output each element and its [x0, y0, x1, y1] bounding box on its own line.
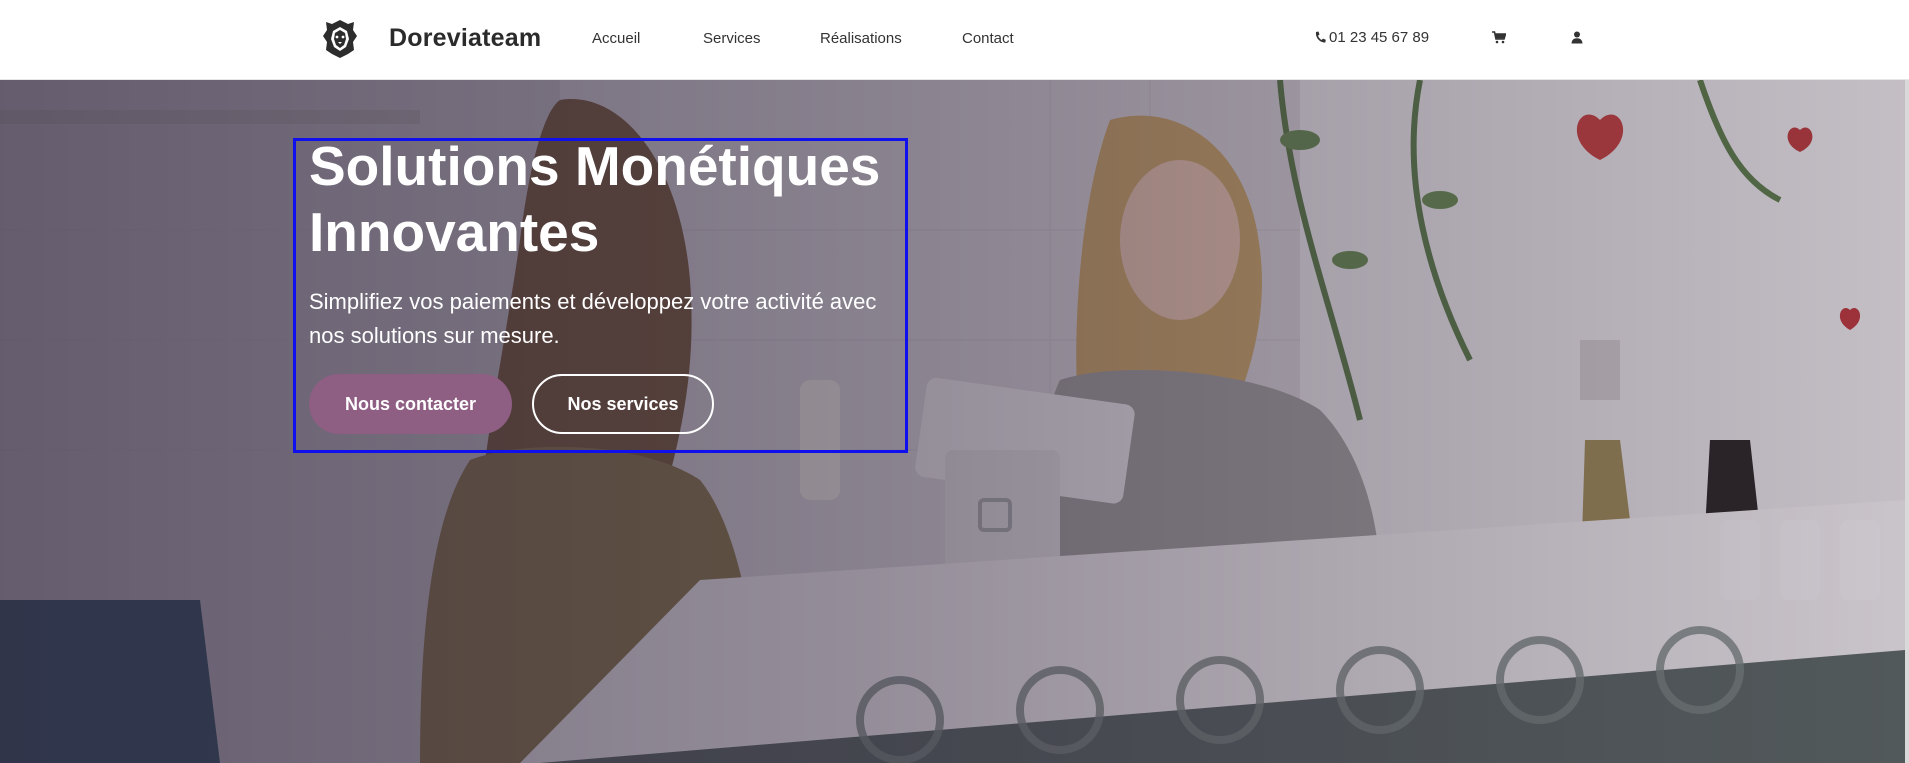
- phone-icon: [1315, 31, 1326, 43]
- phone-number: 01 23 45 67 89: [1329, 29, 1430, 46]
- contact-button[interactable]: Nous contacter: [309, 374, 512, 434]
- nav-item-contact[interactable]: Contact: [962, 30, 1014, 47]
- phone-link[interactable]: 01 23 45 67 89: [1314, 29, 1429, 46]
- hero-subtitle: Simplifiez vos paiements et développez v…: [309, 289, 877, 348]
- hero-overlay: [0, 80, 1905, 763]
- nav-item-services[interactable]: Services: [703, 30, 761, 47]
- nav-item-accueil[interactable]: Accueil: [592, 30, 640, 47]
- site-header: Doreviateam Accueil Services Réalisation…: [0, 0, 1909, 80]
- cart-icon[interactable]: [1492, 31, 1506, 44]
- services-button[interactable]: Nos services: [532, 374, 714, 434]
- hero-content-box: Solutions Monétiques Innovantes Simplifi…: [293, 135, 908, 453]
- hero-section: Solutions Monétiques Innovantes Simplifi…: [0, 80, 1905, 763]
- page-scrollbar[interactable]: [1905, 80, 1909, 763]
- nav-item-realisations[interactable]: Réalisations: [820, 30, 902, 47]
- hero-title: Solutions Monétiques Innovantes: [309, 135, 881, 263]
- user-icon[interactable]: [1571, 31, 1583, 44]
- lion-logo-icon[interactable]: [322, 18, 358, 60]
- brand-name[interactable]: Doreviateam: [389, 24, 541, 53]
